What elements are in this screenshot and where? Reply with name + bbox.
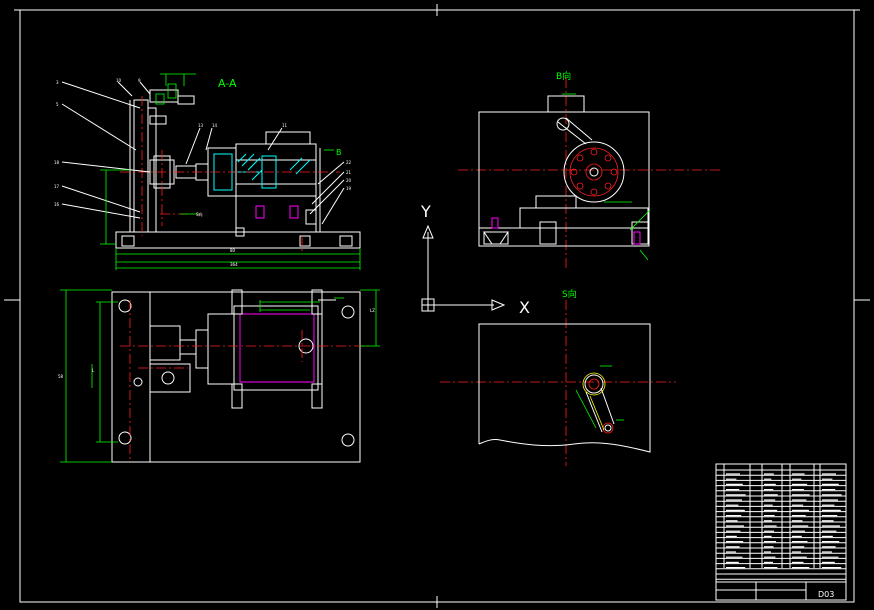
- coordinate-axes: Y X: [420, 202, 530, 317]
- svg-text:10: 10: [116, 78, 122, 83]
- title-block: D03: [715, 463, 847, 601]
- svg-text:22: 22: [346, 160, 352, 165]
- y-axis-label: Y: [420, 202, 431, 221]
- view-b: B向: [458, 70, 720, 270]
- section-label: A-A: [218, 77, 237, 90]
- x-axis-label: X: [519, 298, 530, 317]
- svg-text:17: 17: [54, 184, 60, 189]
- plan-view: 58 L LZ: [58, 289, 380, 463]
- svg-text:19: 19: [346, 186, 352, 191]
- svg-text:20: 20: [346, 178, 352, 183]
- section-view-a-a: 3 5 18 17 16 10 9 13 14 11 22 21 20 19 8…: [54, 73, 361, 270]
- drawing-sheet: 3 5 18 17 16 10 9 13 14 11 22 21 20 19 8…: [0, 0, 874, 610]
- svg-text:LZ: LZ: [370, 308, 375, 313]
- svg-text:14: 14: [212, 123, 218, 128]
- svg-text:58: 58: [58, 374, 64, 379]
- svg-text:11: 11: [282, 123, 288, 128]
- svg-text:16: 16: [54, 202, 60, 207]
- s-view-label: S向: [562, 288, 577, 300]
- svg-text:S向: S向: [196, 211, 203, 217]
- b-view-label: B向: [556, 70, 571, 82]
- b-arrow-label: B: [336, 148, 342, 157]
- svg-text:L: L: [92, 368, 95, 373]
- svg-text:5: 5: [56, 102, 59, 107]
- sheet-frame: [4, 4, 870, 608]
- svg-text:21: 21: [346, 170, 352, 175]
- view-s: S向: [440, 288, 676, 466]
- drawing-number: D03: [818, 590, 834, 599]
- svg-text:13: 13: [198, 123, 204, 128]
- svg-text:364: 364: [230, 262, 238, 267]
- svg-text:80: 80: [230, 248, 236, 253]
- svg-text:18: 18: [54, 160, 60, 165]
- svg-text:3: 3: [56, 80, 59, 85]
- cad-drawing: 3 5 18 17 16 10 9 13 14 11 22 21 20 19 8…: [4, 4, 870, 608]
